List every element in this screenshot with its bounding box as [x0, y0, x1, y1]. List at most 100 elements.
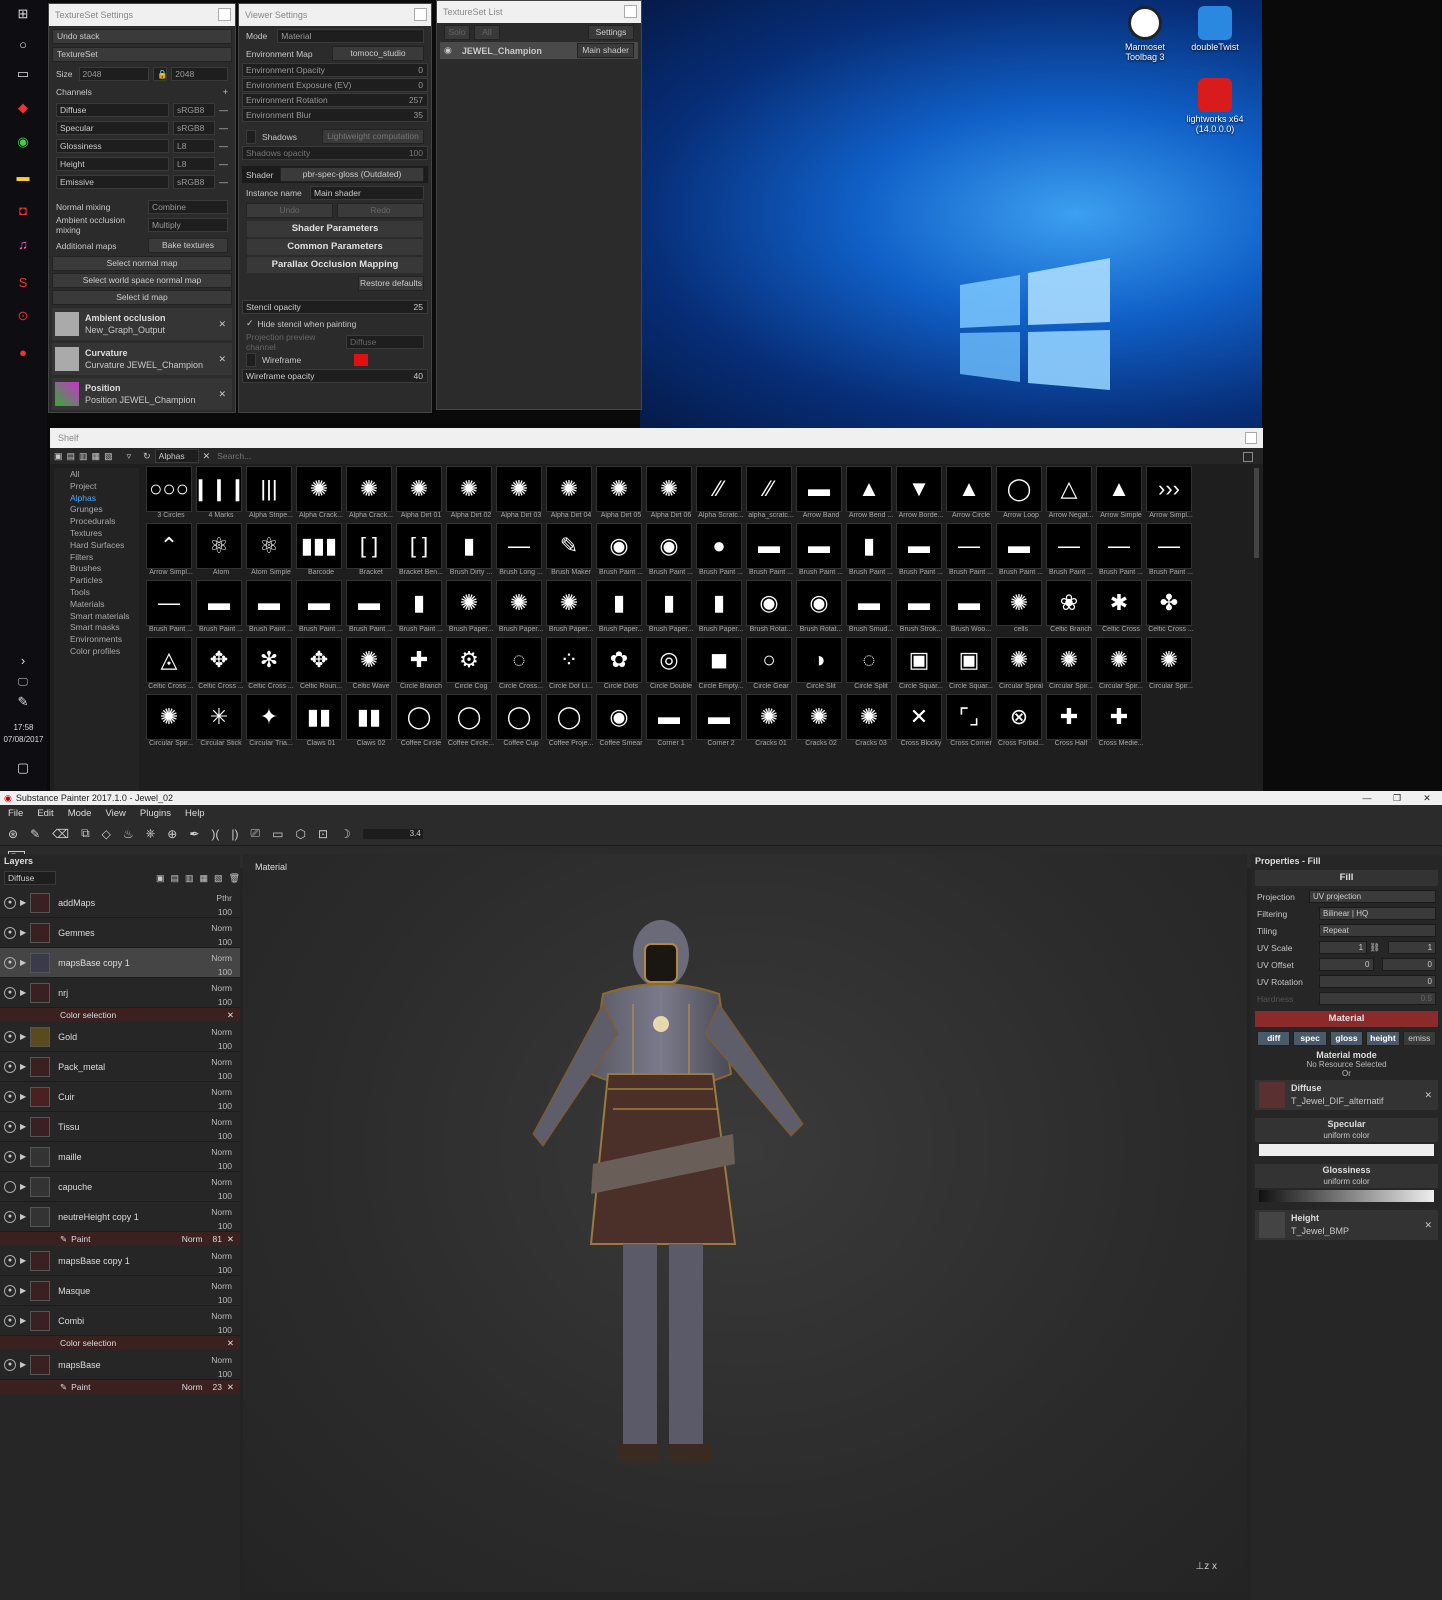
- shelf-item[interactable]: ✿ Circle Dots: [596, 637, 644, 693]
- shelf-item[interactable]: ○ Circle Gear: [746, 637, 794, 693]
- menu-view[interactable]: View: [105, 808, 125, 819]
- visibility-toggle-icon[interactable]: ●: [4, 1284, 16, 1297]
- undo-button[interactable]: Undo: [246, 203, 333, 218]
- picker-icon[interactable]: ⊕: [167, 827, 177, 841]
- bake-textures-button[interactable]: Bake textures: [148, 238, 228, 253]
- shelf-item[interactable]: ✺ Alpha Dirt 04: [546, 466, 594, 522]
- itunes-icon[interactable]: ♫: [11, 232, 35, 256]
- folder-icon[interactable]: ▶: [20, 1092, 26, 1101]
- shelf-item[interactable]: ⁘ Circle Dot Li...: [546, 637, 594, 693]
- app-icon[interactable]: ◘: [11, 198, 35, 222]
- close-icon[interactable]: ✕: [218, 319, 226, 330]
- marmoset-icon[interactable]: ●: [11, 340, 35, 364]
- folder-icon[interactable]: ▶: [20, 958, 26, 967]
- layer-row[interactable]: ● ▶ nrj Norm 100: [0, 978, 240, 1008]
- layer-opacity[interactable]: 100: [211, 935, 232, 949]
- shelf-item[interactable]: ▬ Brush Paint ...: [246, 580, 294, 636]
- shelf-item[interactable]: ▬ Arrow Band: [796, 466, 844, 522]
- visibility-toggle-icon[interactable]: ●: [4, 1254, 16, 1267]
- close-icon[interactable]: ✕: [218, 389, 226, 400]
- shelf-search-input[interactable]: [214, 449, 515, 463]
- filter-tag[interactable]: Alphas: [154, 449, 199, 463]
- layer-row[interactable]: ● ▶ Gemmes Norm 100: [0, 918, 240, 948]
- symmetry-icon[interactable]: )(: [211, 827, 219, 841]
- effect-opacity[interactable]: 81: [213, 1234, 222, 1244]
- layer-blend-mode[interactable]: Norm: [211, 1115, 232, 1129]
- desktop-icon-marmoset[interactable]: Marmoset Toolbag 3: [1110, 6, 1180, 62]
- visibility-toggle-icon[interactable]: ●: [4, 1314, 16, 1327]
- layer-blend-mode[interactable]: Norm: [211, 1249, 232, 1263]
- env-slider[interactable]: Environment Exposure (EV) 0: [242, 78, 428, 92]
- shelf-item[interactable]: — Brush Paint ...: [146, 580, 194, 636]
- visibility-toggle-icon[interactable]: ●: [4, 1210, 16, 1223]
- shelf-item[interactable]: ✻ Celtic Cross ...: [246, 637, 294, 693]
- shelf-item[interactable]: ✦ Circular Tria...: [246, 694, 294, 750]
- shelf-item[interactable]: ▬ Brush Paint ...: [346, 580, 394, 636]
- shelf-item[interactable]: ◬ Celtic Cross ...: [146, 637, 194, 693]
- specular-slot[interactable]: Specular uniform color: [1255, 1118, 1438, 1142]
- layer-blend-mode[interactable]: Norm: [211, 1025, 232, 1039]
- shelf-item[interactable]: ◯ Coffee Circle...: [446, 694, 494, 750]
- folder-icon[interactable]: ▶: [20, 1212, 26, 1221]
- shelf-item[interactable]: ✺ Cracks 01: [746, 694, 794, 750]
- shelf-item[interactable]: ▮ Brush Paper...: [596, 580, 644, 636]
- folder-icon[interactable]: ▶: [20, 1122, 26, 1131]
- layer-opacity[interactable]: 100: [211, 1159, 232, 1173]
- maximize-icon[interactable]: ❐: [1382, 793, 1412, 804]
- close-icon[interactable]: [1245, 432, 1257, 444]
- shelf-item[interactable]: ▮▮ Claws 01: [296, 694, 344, 750]
- shelf-category[interactable]: Smart masks: [54, 621, 139, 633]
- uv-offset-slider-2[interactable]: 0: [1381, 958, 1436, 971]
- shader-select[interactable]: pbr-spec-gloss (Outdated): [280, 167, 424, 182]
- shelf-item[interactable]: ⁄⁄ alpha_scratc...: [746, 466, 794, 522]
- symmetry-mirror-icon[interactable]: |): [231, 827, 238, 841]
- shelf-category[interactable]: Grunges: [54, 503, 139, 515]
- shelf-item[interactable]: ◌ Circle Split: [846, 637, 894, 693]
- color-selection-effect[interactable]: Color selection ✕: [0, 1336, 240, 1350]
- shelf-item[interactable]: [ ] Bracket Ben...: [396, 523, 444, 579]
- folder-icon[interactable]: ▶: [20, 1360, 26, 1369]
- shelf-item[interactable]: ⚛ Atom Simple: [246, 523, 294, 579]
- paint-effect[interactable]: ✎ Paint Norm 81 ✕: [0, 1232, 240, 1246]
- shelf-item[interactable]: ◼ Circle Empty...: [696, 637, 744, 693]
- specular-color-swatch[interactable]: [1259, 1144, 1434, 1156]
- uv-scale-slider-2[interactable]: 1: [1387, 941, 1437, 954]
- shelf-item[interactable]: ◉ Brush Paint ...: [596, 523, 644, 579]
- hide-stencil-row[interactable]: ✓ Hide stencil when painting: [242, 315, 428, 332]
- substance-icon[interactable]: ⊛: [8, 827, 18, 841]
- shelf-item[interactable]: — Brush Paint ...: [1146, 523, 1194, 579]
- shelf-item[interactable]: ✺ Alpha Dirt 01: [396, 466, 444, 522]
- baked-map-slot[interactable]: Position Position JEWEL_Champion ✕: [52, 378, 232, 410]
- layer-opacity[interactable]: 100: [211, 1263, 232, 1277]
- close-icon[interactable]: [414, 8, 427, 21]
- layer-row[interactable]: ● ▶ Masque Norm 100: [0, 1276, 240, 1306]
- shelf-item[interactable]: ✺ Cracks 03: [846, 694, 894, 750]
- shelf-item[interactable]: — Brush Long ...: [496, 523, 544, 579]
- shelf-item[interactable]: ▮ Brush Paper...: [696, 580, 744, 636]
- shelf-category[interactable]: Textures: [54, 527, 139, 539]
- remove-channel-icon[interactable]: —: [219, 177, 228, 187]
- shelf-item[interactable]: ✺ Alpha Dirt 03: [496, 466, 544, 522]
- shelf-category[interactable]: Brushes: [54, 562, 139, 574]
- layer-blend-mode[interactable]: Norm: [211, 1205, 232, 1219]
- shelf-item[interactable]: ⚙ Circle Cog: [446, 637, 494, 693]
- shelf-item[interactable]: ✺ Brush Paper...: [446, 580, 494, 636]
- desktop-icon-lightworks[interactable]: lightworks x64 (14.0.0.0): [1180, 78, 1250, 134]
- shelf-item[interactable]: ✺ Circular Spir...: [146, 694, 194, 750]
- close-icon[interactable]: [624, 5, 637, 18]
- cube-icon[interactable]: ⬡: [295, 827, 305, 841]
- menu-mode[interactable]: Mode: [68, 808, 92, 819]
- menu-plugins[interactable]: Plugins: [140, 808, 171, 819]
- shelf-item[interactable]: ▮▮ Claws 02: [346, 694, 394, 750]
- folder-icon[interactable]: ▣: [54, 451, 63, 462]
- filtering-select[interactable]: Bilinear | HQ: [1319, 907, 1436, 920]
- effect-opacity[interactable]: 23: [213, 1382, 222, 1392]
- folder-icon[interactable]: ▶: [20, 1062, 26, 1071]
- smudge-icon[interactable]: ♨: [123, 827, 134, 841]
- shelf-item[interactable]: ||| Alpha Stripe...: [246, 466, 294, 522]
- shelf-category[interactable]: Tools: [54, 586, 139, 598]
- visibility-toggle-icon[interactable]: ●: [4, 1150, 16, 1163]
- mode-select[interactable]: Material: [277, 28, 424, 43]
- shelf-item[interactable]: ⊗ Cross Forbid...: [996, 694, 1044, 750]
- layer-blend-mode[interactable]: Norm: [211, 1353, 232, 1367]
